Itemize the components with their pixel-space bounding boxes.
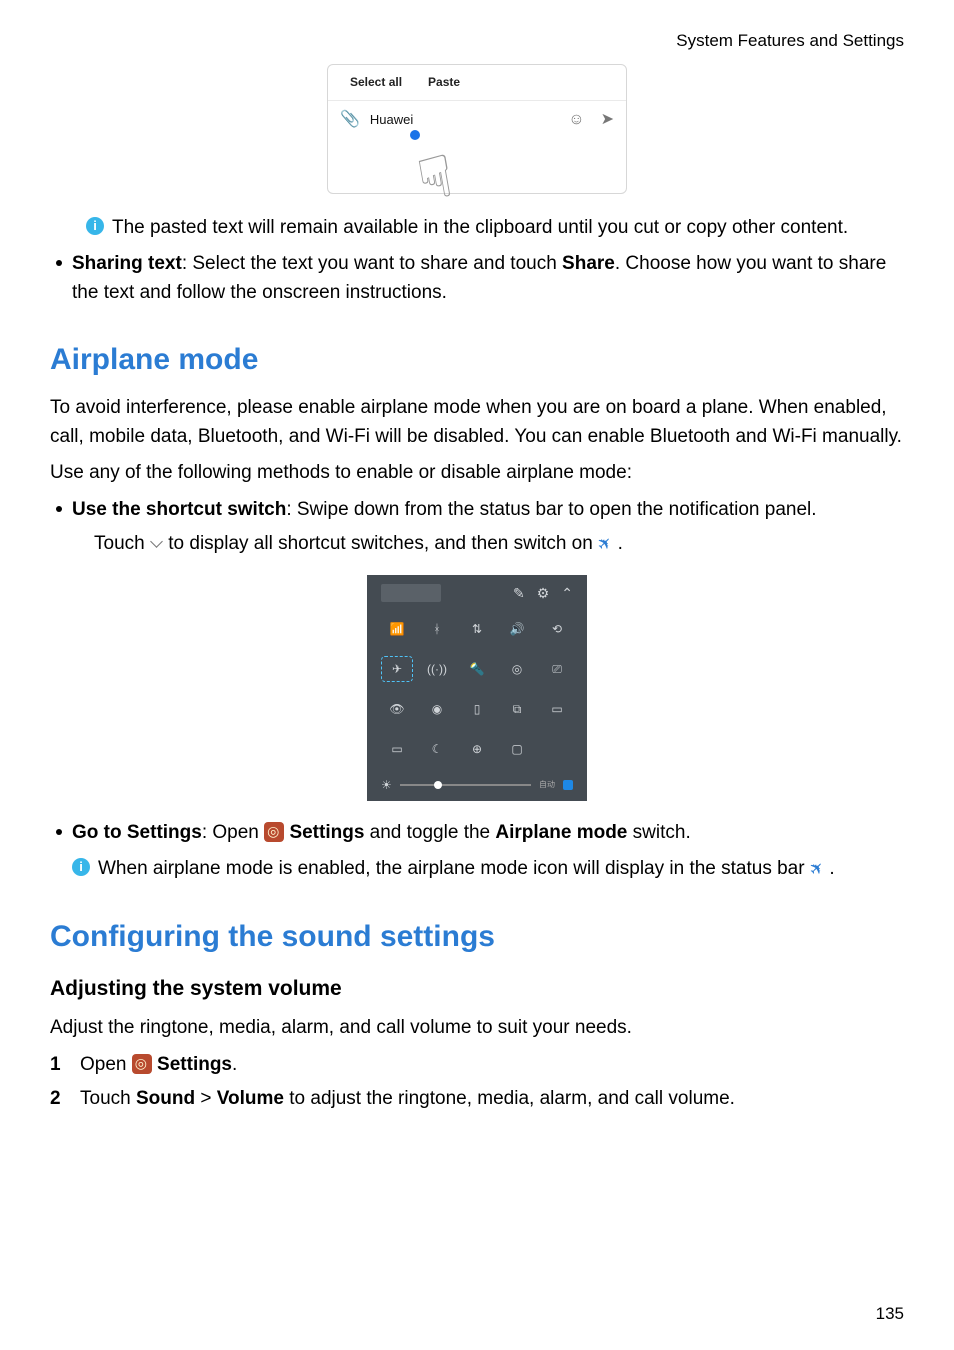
auto-rotate-icon: ⟲ — [541, 616, 573, 642]
chevron-up-icon: ⌃ — [561, 583, 573, 604]
shortcut-switch-desc: : Swipe down from the status bar to open… — [286, 499, 816, 520]
bullet-icon — [56, 829, 62, 835]
auto-checkbox-icon — [563, 780, 573, 790]
sim-icon: ▯ — [461, 696, 493, 722]
location-icon: ◎ — [501, 656, 533, 682]
sound-icon: 🔊 — [501, 616, 533, 642]
enabled-info-tail: . — [829, 858, 834, 879]
touch-part1: Touch — [94, 533, 150, 554]
attachment-icon: 📎 — [340, 108, 360, 132]
empty-cell — [541, 736, 573, 762]
emoji-icon: ☺ — [568, 108, 584, 132]
goto-settings-label: Go to Settings — [72, 822, 202, 843]
send-icon: ➤ — [601, 108, 614, 132]
mobile-data-icon: ⇅ — [461, 616, 493, 642]
hotspot-icon: ((·)) — [421, 656, 453, 682]
step2-tail: to adjust the ringtone, media, alarm, an… — [284, 1088, 735, 1109]
goto-settings-item: Go to Settings: Open Settings and toggle… — [50, 819, 904, 848]
step1-settings-word: Settings — [157, 1054, 232, 1075]
airplane-intro: To avoid interference, please enable air… — [50, 394, 904, 451]
bullet-icon — [56, 260, 62, 266]
settings-app-icon — [132, 1054, 152, 1074]
screenshot-icon: ⎚ — [541, 656, 573, 682]
step-1: 1 Open Settings. — [50, 1051, 904, 1080]
step1-period: . — [232, 1054, 237, 1075]
multi-window-icon: ⧉ — [501, 696, 533, 722]
enabled-info-text: When airplane mode is enabled, the airpl… — [98, 858, 810, 879]
shortcut-switch-item: Use the shortcut switch: Swipe down from… — [50, 496, 904, 559]
bullet-icon — [56, 506, 62, 512]
step-number: 2 — [50, 1085, 68, 1114]
dnd-icon: ☾ — [421, 736, 453, 762]
paste-demo-image: Select all Paste 📎 Huawei ☺ ➤ ☟ — [50, 64, 904, 194]
step-2: 2 Touch Sound > Volume to adjust the rin… — [50, 1085, 904, 1114]
sound-intro: Adjust the ringtone, media, alarm, and c… — [50, 1014, 904, 1043]
quick-settings-screenshot: ✎ ⚙ ⌃ 📶 ᚼ ⇅ 🔊 ⟲ ✈ ((·)) 🔦 ◎ ⎚ 👁 ◉ ▯ ⧉ ▭ … — [367, 575, 587, 801]
info-icon: i — [72, 858, 90, 876]
airplane-enabled-info: i When airplane mode is enabled, the air… — [72, 855, 904, 884]
step1-open: Open — [80, 1054, 132, 1075]
brightness-slider: ☀ 自动 — [377, 770, 577, 794]
step2-volume: Volume — [217, 1088, 284, 1109]
vpn-icon: ▢ — [501, 736, 533, 762]
airplane-use-line: Use any of the following methods to enab… — [50, 459, 904, 488]
eye-comfort-icon: 👁 — [381, 696, 413, 722]
flashlight-icon: 🔦 — [461, 656, 493, 682]
page-header-category: System Features and Settings — [50, 0, 904, 64]
goto-tail: switch. — [627, 822, 690, 843]
menu-select-all: Select all — [350, 73, 402, 91]
sound-settings-heading: Configuring the sound settings — [50, 914, 904, 959]
page-number: 135 — [876, 1301, 904, 1327]
step-number: 1 — [50, 1051, 68, 1080]
share-word: Share — [562, 253, 615, 274]
touch-disable-icon: ▭ — [541, 696, 573, 722]
sharing-text-label: Sharing text — [72, 253, 182, 274]
goto-mid: and toggle the — [364, 822, 495, 843]
adjust-volume-subheading: Adjusting the system volume — [50, 973, 904, 1005]
goto-open: : Open — [202, 822, 264, 843]
auto-label: 自动 — [539, 779, 555, 791]
qs-title-blur — [381, 584, 441, 602]
airplane-toggle-icon: ✈ — [381, 656, 413, 682]
airplane-mode-word: Airplane mode — [495, 822, 627, 843]
sharing-text-item: Sharing text: Select the text you want t… — [50, 250, 904, 307]
info-icon: i — [86, 217, 104, 235]
hand-pointer-icon: ☟ — [411, 132, 461, 224]
wifi-icon: 📶 — [381, 616, 413, 642]
touch-part2: to display all shortcut switches, and th… — [168, 533, 598, 554]
clipboard-info-text: The pasted text will remain available in… — [112, 214, 848, 243]
chevron-down-icon — [150, 533, 163, 554]
step2-sep: > — [195, 1088, 217, 1109]
settings-word: Settings — [289, 822, 364, 843]
edit-icon: ✎ — [513, 583, 525, 604]
input-text: Huawei — [370, 110, 413, 130]
bluetooth-icon: ᚼ — [421, 616, 453, 642]
gear-icon: ⚙ — [537, 583, 550, 604]
menu-paste: Paste — [428, 73, 460, 91]
screen-record-icon: ▭ — [381, 736, 413, 762]
step2-sound: Sound — [136, 1088, 195, 1109]
settings-app-icon — [264, 822, 284, 842]
step2-touch: Touch — [80, 1088, 136, 1109]
nfc-icon: ◉ — [421, 696, 453, 722]
touch-part3: . — [618, 533, 623, 554]
shortcut-switch-label: Use the shortcut switch — [72, 499, 286, 520]
clipboard-info-note: i The pasted text will remain available … — [86, 214, 904, 243]
floating-dock-icon: ⊕ — [461, 736, 493, 762]
airplane-mode-heading: Airplane mode — [50, 337, 904, 382]
brightness-icon: ☀ — [381, 776, 392, 794]
sharing-desc-lead: : Select the text you want to share and … — [182, 253, 562, 274]
